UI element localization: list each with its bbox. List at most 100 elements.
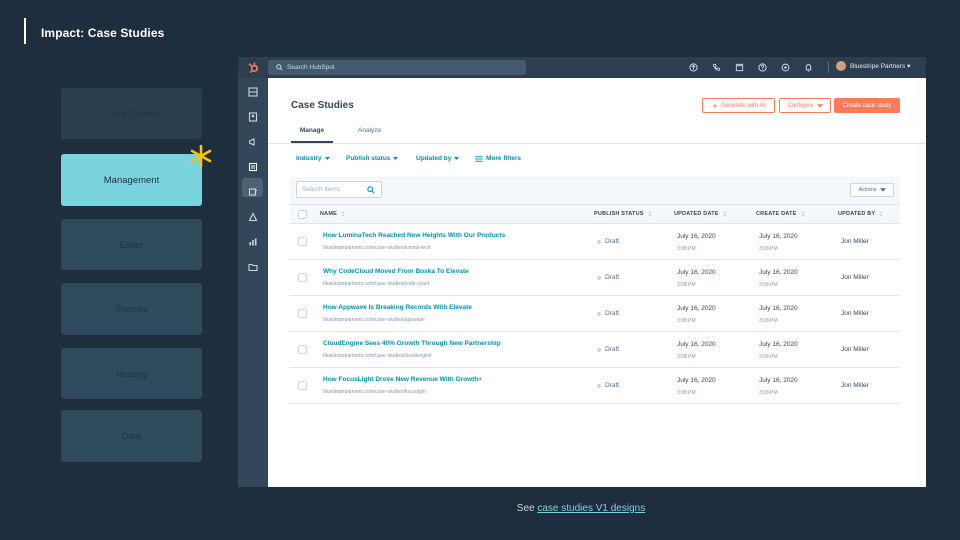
footer-caption: See case studies V1 designs [0,503,960,514]
table-row[interactable]: CloudEngine Sees 40% Growth Through New … [290,332,900,368]
nav-box-case-studies[interactable]: Case Studies [61,88,202,139]
filter-publish-status-label: Publish status [346,155,391,162]
publish-status: Draft [597,382,619,389]
case-study-title-link[interactable]: How Appwave Is Breaking Records With Ele… [323,304,472,311]
chevron-down-icon [454,157,460,160]
select-all-checkbox[interactable] [298,210,307,219]
content-icon[interactable] [248,162,258,172]
slide-title: Impact: Case Studies [41,26,165,40]
contacts-icon[interactable] [248,112,258,122]
updated-by-user: Jon Miller [841,238,869,245]
table-search-input[interactable]: Search items [296,181,382,198]
nav-box-themes[interactable]: Themes [61,283,202,335]
updated-date: July 16, 2020 [677,377,716,384]
phone-icon[interactable] [712,63,721,72]
nav-box-hosting[interactable]: Hosting [61,348,202,399]
updated-by-user: Jon Miller [841,310,869,317]
case-study-url: bluestripepartners.com/case-studies/clou… [323,353,432,359]
filter-updated-by[interactable]: Updated by [416,155,460,162]
create-case-study-button[interactable]: Create case study [834,98,900,113]
publish-status-text: Draft [605,274,620,281]
filter-publish-status[interactable]: Publish status [346,155,399,162]
tab-manage[interactable]: Manage [291,127,333,134]
automation-icon[interactable] [248,212,258,222]
account-name: Bluestripe Partners ▾ [850,63,911,70]
filter-industry-label: Industry [296,155,322,162]
nav-box-label: Editor [119,239,144,250]
chevron-down-icon [879,188,886,192]
table-row[interactable]: How FocusLight Drove New Revenue With Gr… [290,368,900,404]
table-row[interactable]: Why CodeCloud Moved From Boska To Elevat… [290,260,900,296]
folder-icon[interactable] [248,262,258,272]
case-study-title-link[interactable]: How FocusLight Drove New Revenue With Gr… [323,376,482,383]
actions-dropdown[interactable]: Actions [850,183,894,197]
topbar-divider [828,62,829,73]
column-header-label: UPDATED DATE [674,211,719,217]
column-header-create-date[interactable]: CREATE DATE [756,211,805,217]
updated-time: 3:08 PM [677,318,696,324]
table-row[interactable]: How LuminaTech Reached New Heights With … [290,224,900,260]
updated-date: July 16, 2020 [677,305,716,312]
tab-analyze[interactable]: Analyze [358,127,381,134]
filter-updated-by-label: Updated by [416,155,452,162]
chevron-down-icon [393,157,399,160]
help-icon[interactable] [758,63,767,72]
nav-box-data[interactable]: Data [61,410,202,462]
case-study-title-link[interactable]: How LuminaTech Reached New Heights With … [323,232,505,239]
more-filters-button[interactable]: More filters [475,155,521,162]
column-header-updated-date[interactable]: UPDATED DATE [674,211,727,217]
filter-industry[interactable]: Industry [296,155,330,162]
case-study-url: bluestripepartners.com/case-studies/appw… [323,317,425,323]
created-time: 3:08 PM [759,282,778,288]
bookmark-grid-icon[interactable] [248,87,258,97]
generate-with-ai-button[interactable]: Generate with AI [702,98,775,113]
configure-button[interactable]: Configure [779,98,831,113]
global-search-input[interactable]: Search HubSpot [268,60,526,75]
nav-box-label: Case Studies [104,108,159,119]
footer-prefix: See [516,503,538,514]
row-checkbox[interactable] [298,309,307,318]
updated-date: July 16, 2020 [677,269,716,276]
case-study-title-link[interactable]: CloudEngine Sees 40% Growth Through New … [323,340,501,347]
account-avatar [836,61,846,71]
actions-label: Actions [858,187,877,193]
updated-by-user: Jon Miller [841,382,869,389]
chevron-down-icon [816,103,823,108]
publish-status-text: Draft [605,310,620,317]
notifications-bell-icon[interactable] [804,63,813,72]
column-header-updated-by[interactable]: UPDATED BY [838,211,884,217]
updated-time: 3:08 PM [677,282,696,288]
marketing-megaphone-icon[interactable] [248,137,258,147]
column-header-label: PUBLISH STATUS [594,211,644,217]
updated-date: July 16, 2020 [677,341,716,348]
status-dot [597,383,601,388]
row-checkbox[interactable] [298,345,307,354]
row-checkbox[interactable] [298,273,307,282]
title-accent-bar [24,18,26,44]
case-study-url: bluestripepartners.com/case-studies/lumi… [323,245,431,251]
column-header-label: NAME [320,211,337,217]
reports-bar-chart-icon[interactable] [248,237,258,247]
column-header-publish-status[interactable]: PUBLISH STATUS [594,211,652,217]
upgrade-icon[interactable] [689,63,698,72]
search-icon [276,64,283,71]
created-date: July 16, 2020 [759,305,798,312]
marketplace-icon[interactable] [735,63,744,72]
nav-box-editor[interactable]: Editor [61,219,202,270]
case-studies-v1-designs-link[interactable]: case studies V1 designs [537,503,645,514]
table-row[interactable]: How Appwave Is Breaking Records With Ele… [290,296,900,332]
row-checkbox[interactable] [298,381,307,390]
column-header-name[interactable]: NAME [320,211,345,217]
inbox-icon[interactable] [248,187,258,197]
row-checkbox[interactable] [298,237,307,246]
column-header-label: CREATE DATE [756,211,797,217]
case-study-title-link[interactable]: Why CodeCloud Moved From Boska To Elevat… [323,268,469,275]
account-menu[interactable]: Bluestripe Partners ▾ [836,61,910,71]
created-date: July 16, 2020 [759,269,798,276]
settings-icon[interactable] [781,63,790,72]
nav-box-management[interactable]: Management [61,154,202,206]
updated-by-user: Jon Miller [841,274,869,281]
sort-icon [800,211,805,217]
hubspot-logo-icon[interactable] [247,61,260,74]
generate-with-ai-label: Generate with AI [720,102,766,109]
